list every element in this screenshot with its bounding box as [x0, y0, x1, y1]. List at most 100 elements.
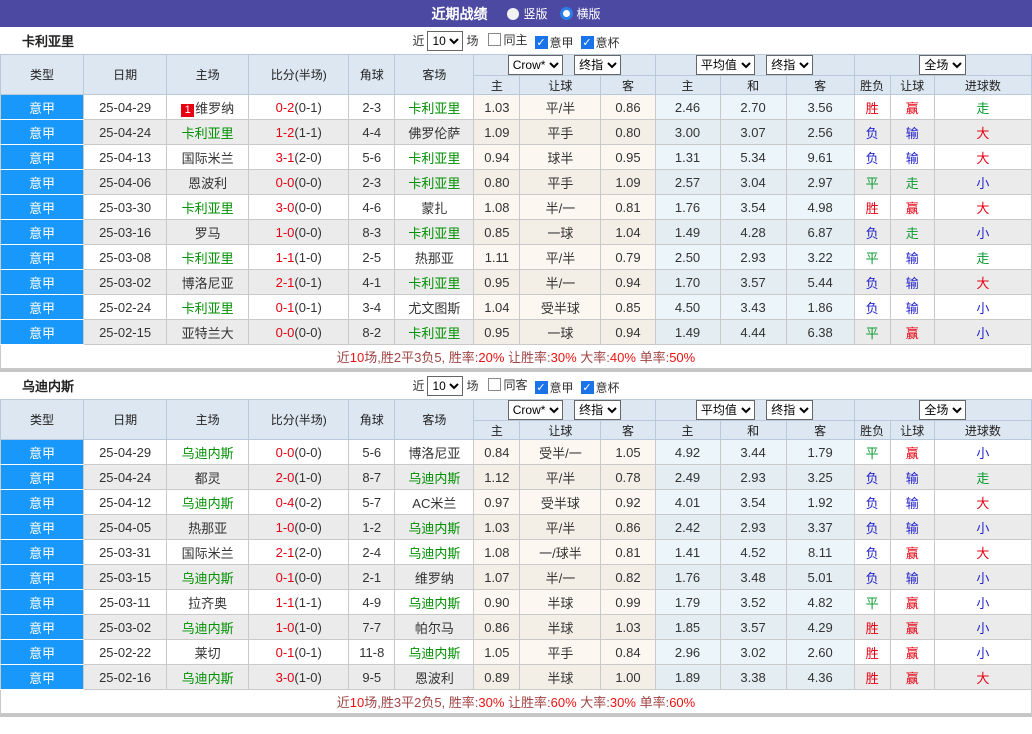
- col-header-away: 客场: [394, 399, 475, 440]
- final-index-select[interactable]: 终指: [766, 55, 814, 75]
- handicap-cell: 一球: [519, 219, 602, 245]
- result-cell: 负: [853, 219, 891, 245]
- handicap-cell: 半/一: [519, 194, 602, 220]
- avg-home-cell: 2.57: [654, 169, 721, 195]
- date-cell: 25-03-15: [83, 564, 168, 590]
- handicap-cell: 半/一: [519, 564, 602, 590]
- handicap-result-cell: 赢: [889, 614, 935, 640]
- avg-home-cell: 1.41: [654, 539, 721, 565]
- avg-away-cell: 2.56: [785, 119, 855, 145]
- home-odds-cell: 0.90: [473, 589, 521, 615]
- result-text: 胜: [865, 645, 879, 661]
- score-cell: 0-1(0-1): [248, 639, 350, 665]
- filter-checkbox[interactable]: [488, 377, 502, 391]
- date-cell: 25-04-13: [83, 144, 168, 170]
- result-text: 输: [905, 150, 919, 166]
- col-header-date: 日期: [83, 54, 168, 95]
- away-team-name: 乌迪内斯: [408, 645, 461, 661]
- final-index-select[interactable]: 终指: [574, 400, 622, 420]
- odds-provider-select[interactable]: Crow*: [507, 55, 563, 75]
- league-cell: 意甲: [0, 514, 85, 540]
- avg-draw-cell: 3.07: [719, 119, 787, 145]
- odds-provider-select[interactable]: Crow*: [507, 400, 563, 420]
- home-team-name: 卡利亚里: [181, 125, 234, 141]
- handicap-cell: 一球: [519, 319, 602, 345]
- result-text: 平: [865, 445, 879, 461]
- away-team-cell: 卡利亚里: [394, 169, 475, 195]
- corner-cell: 5-6: [348, 439, 396, 465]
- final-index-select[interactable]: 终指: [766, 400, 814, 420]
- away-team-cell: 乌迪内斯: [394, 464, 475, 490]
- away-team-cell: 卡利亚里: [394, 94, 475, 120]
- summary-label: 单率:: [635, 350, 670, 365]
- home-odds-cell: 0.97: [473, 489, 521, 515]
- avg-away-cell: 5.01: [785, 564, 855, 590]
- recent-count-select[interactable]: 10: [427, 30, 464, 51]
- average-select[interactable]: 平均值: [695, 55, 755, 75]
- avg-draw-cell: 2.93: [719, 514, 787, 540]
- full-score: 1-0: [275, 519, 295, 535]
- away-team-cell: 蒙扎: [394, 194, 475, 220]
- checkbox-label: 意甲: [549, 380, 574, 395]
- avg-home-cell: 1.85: [654, 614, 721, 640]
- score-cell: 1-0(0-0): [248, 514, 350, 540]
- result-text: 走: [976, 470, 990, 486]
- col-header-type: 类型: [0, 399, 85, 440]
- filter-checkbox[interactable]: [488, 32, 502, 46]
- handicap-cell: 受半球: [519, 489, 602, 515]
- result-text: 小: [976, 445, 990, 461]
- filter-checkbox[interactable]: ✓: [580, 35, 594, 49]
- result-text: 胜: [865, 670, 879, 686]
- away-team-name: 卡利亚里: [408, 275, 461, 291]
- summary-value: 10: [349, 350, 365, 365]
- home-odds-cell: 0.80: [473, 169, 521, 195]
- checkbox-item: 同客: [488, 376, 528, 393]
- half-score: (2-0): [294, 544, 322, 560]
- team-name: 乌迪内斯: [22, 379, 75, 394]
- full-match-select[interactable]: 全场: [919, 55, 967, 75]
- filter-checkbox[interactable]: ✓: [534, 35, 548, 49]
- layout-radio[interactable]: [559, 6, 573, 20]
- match-row: 意甲 25-03-16 罗马 1-0(0-0) 8-3 卡利亚里 0.85 一球 1.04 1.4…: [0, 219, 1032, 245]
- recent-count-select[interactable]: 10: [427, 375, 464, 396]
- sub-col-home-odds: 主: [473, 75, 521, 95]
- result-text: 负: [865, 570, 879, 586]
- near-label: 近: [412, 34, 425, 48]
- col-header-score: 比分(半场): [248, 54, 350, 95]
- summary-label: 近: [336, 350, 350, 365]
- odds-select-group: Crow* 终指: [473, 399, 656, 421]
- score-cell: 3-1(2-0): [248, 144, 350, 170]
- handicap-cell: 平手: [519, 169, 602, 195]
- date-cell: 25-03-31: [83, 539, 168, 565]
- result-cell: 胜: [853, 664, 891, 690]
- goals-result-cell: 小: [933, 614, 1032, 640]
- result-text: 大: [976, 495, 990, 511]
- away-team-name: 卡利亚里: [408, 225, 461, 241]
- home-team-cell: 乌迪内斯: [166, 564, 250, 590]
- away-team-cell: 乌迪内斯: [394, 539, 475, 565]
- league-cell: 意甲: [0, 319, 85, 345]
- handicap-result-cell: 输: [889, 144, 935, 170]
- full-match-select[interactable]: 全场: [919, 400, 967, 420]
- goals-result-cell: 大: [933, 269, 1032, 295]
- average-select[interactable]: 平均值: [695, 400, 755, 420]
- filter-checkbox[interactable]: ✓: [534, 380, 548, 394]
- filter-checkbox-group: 同客 ✓ 意甲 ✓ 意杯: [481, 376, 620, 396]
- league-cell: 意甲: [0, 169, 85, 195]
- result-text: 输: [905, 570, 919, 586]
- goals-result-cell: 小: [933, 219, 1032, 245]
- summary-value: 30%: [550, 350, 577, 365]
- odds-select-group: Crow* 终指: [473, 54, 656, 76]
- final-index-select[interactable]: 终指: [574, 55, 622, 75]
- avg-home-cell: 1.76: [654, 564, 721, 590]
- home-odds-cell: 1.12: [473, 464, 521, 490]
- league-cell: 意甲: [0, 294, 85, 320]
- full-score: 2-0: [275, 469, 295, 485]
- result-text: 负: [865, 495, 879, 511]
- home-team-name: 乌迪内斯: [181, 445, 234, 461]
- result-text: 负: [865, 520, 879, 536]
- layout-radio[interactable]: [507, 7, 520, 20]
- matches-table: 类型 日期 主场 比分(半场) 角球 客场 Crow* 终指 平均值 终指 全场: [0, 54, 1032, 369]
- home-odds-cell: 0.89: [473, 664, 521, 690]
- filter-checkbox[interactable]: ✓: [580, 380, 594, 394]
